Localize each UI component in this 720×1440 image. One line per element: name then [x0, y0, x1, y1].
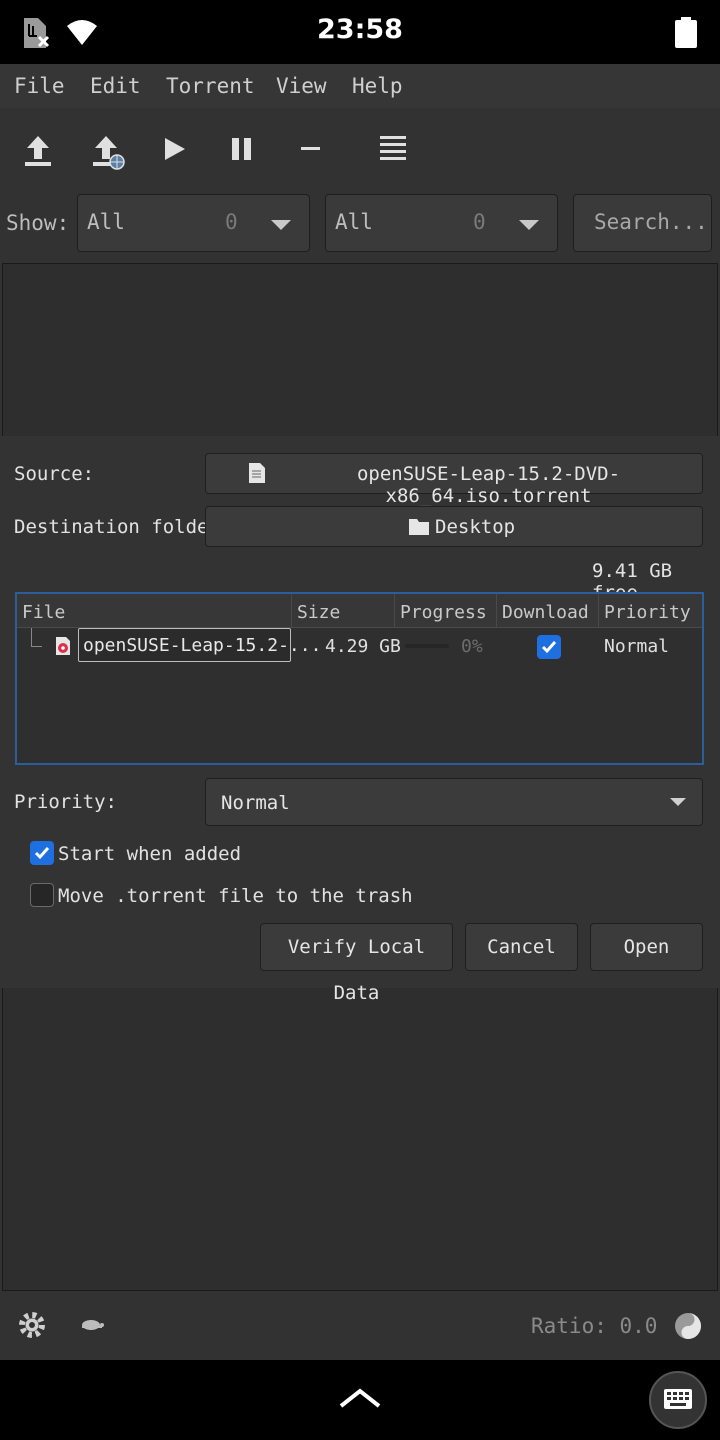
activity-filter-value: All [87, 210, 125, 234]
column-header-file[interactable]: File [17, 594, 292, 628]
verify-local-data-button[interactable]: Verify Local Data [260, 923, 453, 1004]
document-icon [248, 462, 266, 489]
toolbar [0, 108, 720, 188]
move-to-trash-label[interactable]: Move .torrent file to the trash [58, 885, 413, 907]
column-header-size[interactable]: Size [292, 594, 395, 628]
priority-select[interactable]: Normal [205, 778, 703, 826]
filter-bar: Show: All 0 All 0 Search... [0, 188, 720, 260]
source-file-button[interactable]: openSUSE-Leap-15.2-DVD-x86_64.iso.torren… [205, 453, 703, 507]
column-header-progress[interactable]: Progress [395, 594, 497, 628]
menu-edit[interactable]: Edit [90, 74, 141, 98]
start-when-added-label[interactable]: Start when added [58, 843, 241, 865]
table-row[interactable]: openSUSE-Leap-15.2-... 4.29 GB 0% Normal [17, 628, 702, 666]
tracker-filter-count: 0 [473, 210, 486, 234]
status-bar: 23:58 [0, 0, 720, 64]
properties-icon[interactable] [373, 130, 413, 170]
source-label: Source: [14, 463, 95, 485]
menu-bar: File Edit Torrent View Help [0, 64, 720, 109]
progress-percent: 0% [461, 636, 483, 657]
ratio-label: Ratio: 0.0 [531, 1314, 658, 1338]
battery-icon [674, 17, 698, 53]
activity-filter-select[interactable]: All 0 [77, 194, 310, 252]
destination-folder-button[interactable]: Desktop [205, 506, 703, 547]
search-input[interactable]: Search... [573, 194, 712, 252]
menu-help[interactable]: Help [352, 74, 403, 98]
menu-view[interactable]: View [276, 74, 327, 98]
start-when-added-checkbox[interactable] [30, 841, 54, 865]
clock: 23:58 [317, 14, 403, 45]
app-status-bar: Ratio: 0.0 [0, 1292, 720, 1360]
file-table[interactable]: File Size Progress Download Priority ope… [15, 592, 704, 765]
destination-folder-name: Desktop [435, 516, 516, 538]
column-header-download[interactable]: Download [497, 594, 599, 628]
destination-label: Destination folder: [14, 516, 232, 538]
add-torrent-icon[interactable] [18, 130, 58, 170]
activity-filter-count: 0 [225, 210, 238, 234]
file-name-field[interactable]: openSUSE-Leap-15.2-... [78, 628, 321, 662]
add-url-icon[interactable] [86, 130, 126, 170]
chevron-down-icon [519, 220, 539, 230]
pause-icon[interactable] [222, 130, 262, 170]
file-name: openSUSE-Leap-15.2-... [83, 635, 322, 656]
show-label: Show: [6, 211, 70, 235]
settings-gear-icon[interactable] [18, 1311, 46, 1343]
search-placeholder: Search... [594, 210, 708, 234]
chevron-up-icon[interactable] [338, 1386, 382, 1414]
folder-icon [408, 516, 430, 541]
ratio-mode-icon[interactable] [673, 1311, 703, 1345]
open-button[interactable]: Open [590, 923, 703, 971]
remove-icon[interactable] [290, 130, 330, 170]
disc-image-file-icon [55, 636, 71, 660]
tracker-filter-value: All [335, 210, 373, 234]
tree-line [31, 628, 42, 647]
start-icon[interactable] [156, 130, 196, 170]
cancel-button[interactable]: Cancel [465, 923, 578, 971]
turtle-icon[interactable] [78, 1316, 106, 1338]
chevron-down-icon [670, 798, 686, 806]
navigation-bar [0, 1360, 720, 1440]
priority-select-value: Normal [221, 792, 290, 814]
download-checkbox[interactable] [537, 635, 561, 659]
move-to-trash-checkbox[interactable] [30, 883, 54, 907]
progress-bar [405, 644, 449, 648]
column-header-priority[interactable]: Priority [599, 594, 702, 628]
priority-label: Priority: [14, 791, 117, 813]
source-file-name: openSUSE-Leap-15.2-DVD-x86_64.iso.torren… [356, 463, 621, 507]
keyboard-icon[interactable] [649, 1371, 707, 1429]
chevron-down-icon [271, 220, 291, 230]
file-priority: Normal [604, 636, 670, 657]
menu-file[interactable]: File [14, 74, 65, 98]
tracker-filter-select[interactable]: All 0 [325, 194, 558, 252]
file-size: 4.29 GB [325, 636, 401, 657]
menu-torrent[interactable]: Torrent [166, 74, 255, 98]
